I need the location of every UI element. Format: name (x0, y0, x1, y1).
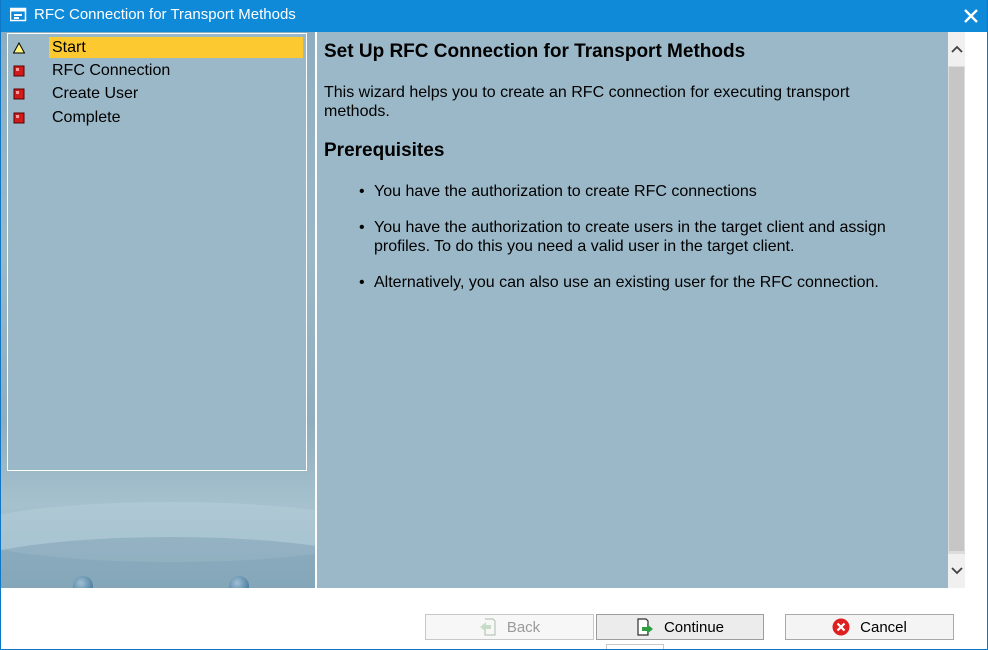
warning-triangle-icon (12, 41, 26, 54)
sap-window-icon (9, 7, 28, 23)
cancel-icon (832, 618, 850, 636)
back-arrow-icon (479, 618, 497, 636)
window-title: RFC Connection for Transport Methods (34, 6, 296, 23)
step-item-complete[interactable]: Complete (8, 106, 306, 128)
step-label: RFC Connection (52, 62, 171, 79)
wizard-window: RFC Connection for Transport Methods Sta… (0, 0, 988, 650)
step-item-start[interactable]: Start (8, 36, 306, 58)
continue-button[interactable]: Continue (596, 614, 764, 640)
window-edge (965, 32, 987, 588)
list-item-text: Alternatively, you can also use an exist… (374, 274, 879, 291)
prerequisites-heading: Prerequisites (324, 140, 445, 161)
bullet-icon: • (359, 219, 365, 236)
list-item: • Alternatively, you can also use an exi… (359, 273, 919, 292)
scroll-up-button[interactable] (948, 32, 965, 66)
step-label: Start (49, 37, 303, 58)
scroll-thumb[interactable] (949, 67, 964, 551)
back-button[interactable]: Back (425, 614, 594, 640)
incomplete-status-icon (13, 87, 25, 100)
content-scrollbar[interactable] (948, 32, 965, 588)
bullet-icon: • (359, 183, 365, 200)
incomplete-status-icon (13, 111, 25, 124)
back-label: Back (506, 618, 541, 636)
close-icon (964, 9, 978, 23)
page-title: Set Up RFC Connection for Transport Meth… (324, 41, 746, 62)
close-window-button[interactable] (961, 6, 981, 26)
bullet-icon: • (359, 274, 365, 291)
incomplete-status-icon (13, 64, 25, 77)
wizard-step-navigation: Start RFC Connection Create User Complet… (1, 32, 315, 588)
tooltip-fragment (606, 644, 664, 649)
prerequisites-list: • You have the authorization to create R… (359, 182, 919, 309)
list-item: • You have the authorization to create R… (359, 182, 919, 201)
step-item-create-user[interactable]: Create User (8, 82, 306, 104)
title-bar: RFC Connection for Transport Methods (1, 0, 987, 32)
step-item-rfc-connection[interactable]: RFC Connection (8, 59, 306, 81)
chevron-down-icon (950, 567, 963, 575)
wizard-footer: Back Continue Cancel (1, 588, 987, 649)
list-item-text: You have the authorization to create RFC… (374, 183, 757, 200)
continue-arrow-icon (636, 618, 654, 636)
scroll-down-button[interactable] (948, 554, 965, 588)
continue-label: Continue (663, 618, 725, 636)
cancel-label: Cancel (860, 618, 907, 636)
intro-text: This wizard helps you to create an RFC c… (324, 84, 850, 120)
decorative-wave (1, 537, 315, 588)
step-label: Create User (52, 85, 139, 102)
cancel-button[interactable]: Cancel (785, 614, 954, 640)
step-content: Set Up RFC Connection for Transport Meth… (317, 32, 948, 588)
list-item-text: You have the authorization to create use… (374, 219, 886, 255)
chevron-up-icon (950, 45, 963, 53)
list-item: • You have the authorization to create u… (359, 218, 919, 256)
step-label: Complete (52, 109, 121, 126)
step-list: Start RFC Connection Create User Complet… (7, 33, 307, 471)
